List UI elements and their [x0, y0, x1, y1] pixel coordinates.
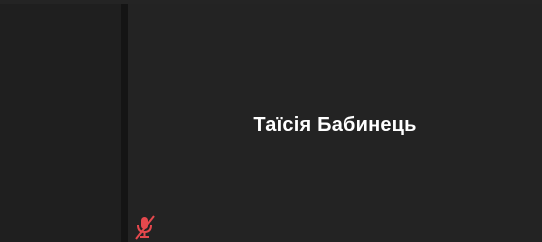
- participant-name: Таїсія Бабинець: [253, 114, 417, 136]
- muted-microphone-icon: [134, 214, 156, 240]
- participant-tile-main[interactable]: Таїсія Бабинець: [128, 4, 542, 242]
- video-grid: Таїсія Бабинець: [0, 0, 542, 242]
- participant-tile-left[interactable]: [0, 4, 121, 242]
- tile-divider: [121, 4, 128, 242]
